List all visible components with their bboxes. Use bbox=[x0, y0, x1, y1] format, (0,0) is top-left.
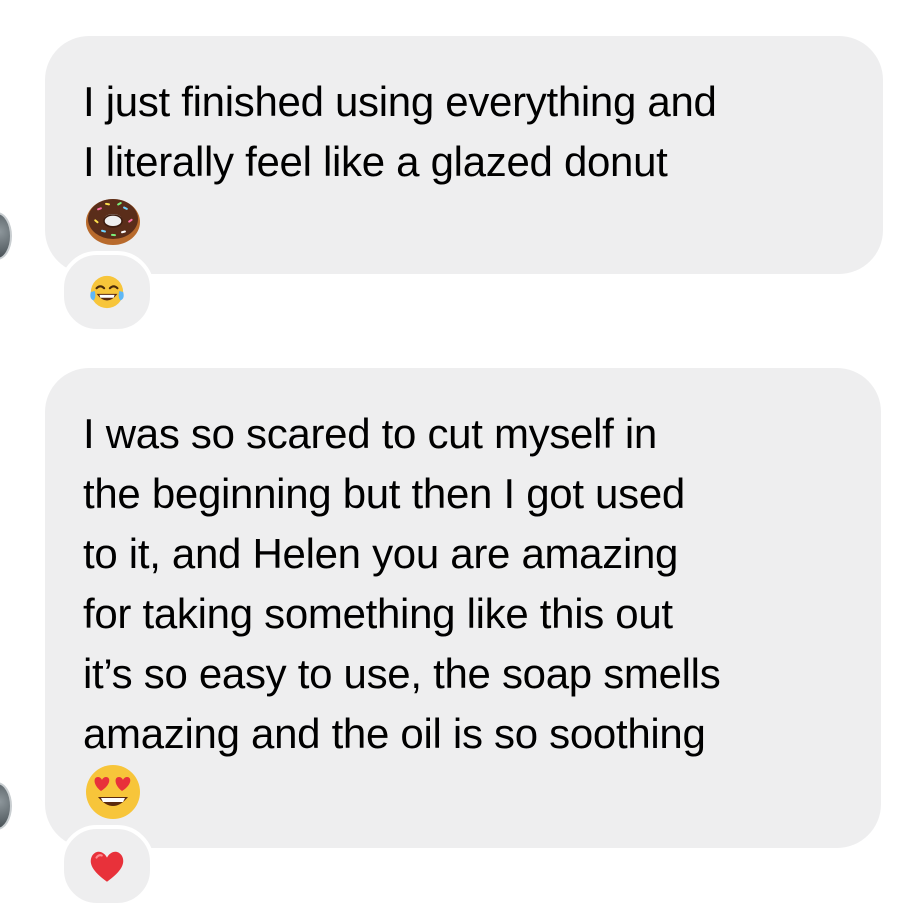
sender-avatar[interactable] bbox=[0, 212, 12, 260]
message-text: I just finished using everything and I l… bbox=[83, 78, 717, 185]
reaction-badge[interactable] bbox=[60, 251, 154, 333]
sender-avatar[interactable] bbox=[0, 782, 12, 830]
red-heart-emoji bbox=[90, 851, 124, 882]
donut-emoji bbox=[86, 199, 140, 245]
reaction-badge[interactable] bbox=[60, 825, 154, 907]
heart-eyes-emoji bbox=[86, 765, 140, 819]
message-bubble[interactable]: I just finished using everything and I l… bbox=[45, 36, 883, 274]
message-text: I was so scared to cut myself in the beg… bbox=[83, 410, 721, 757]
tears-of-joy-emoji bbox=[90, 275, 124, 309]
message-bubble[interactable]: I was so scared to cut myself in the beg… bbox=[45, 368, 881, 848]
